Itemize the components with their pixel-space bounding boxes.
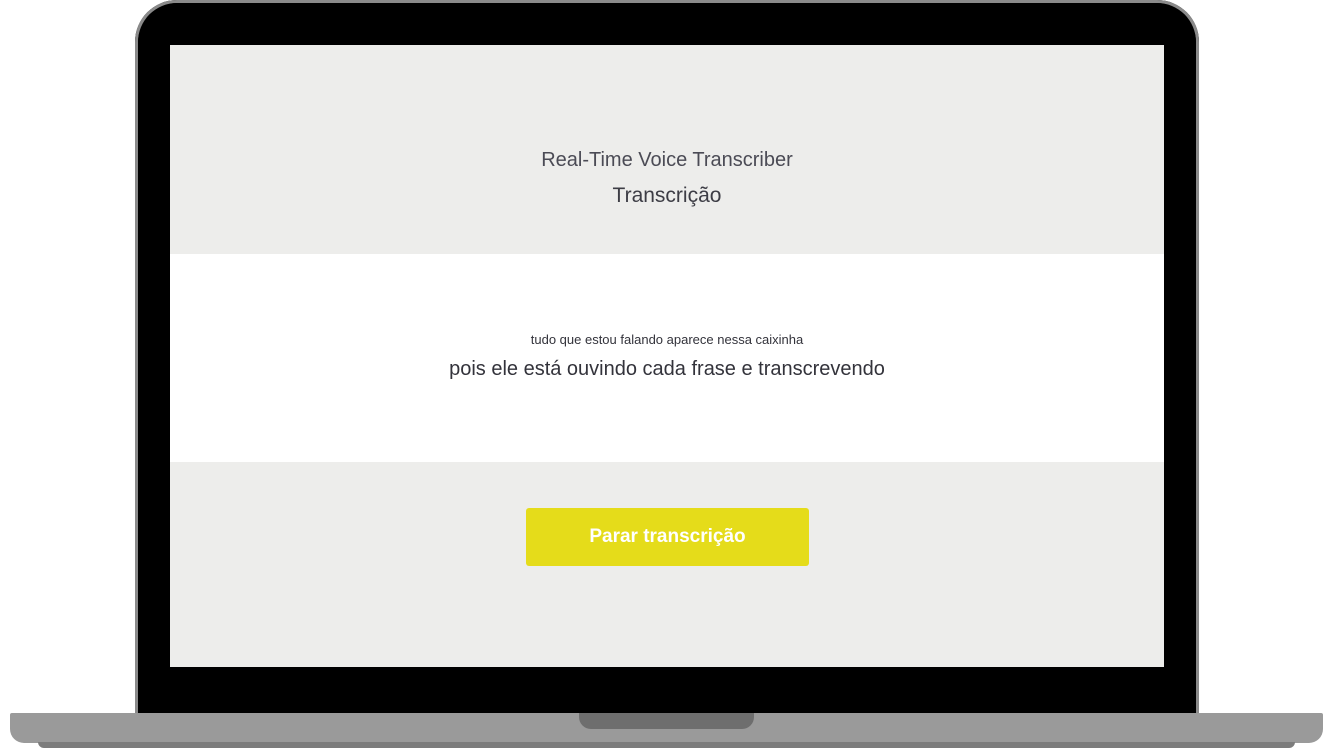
- transcript-line: pois ele está ouvindo cada frase e trans…: [449, 358, 885, 380]
- controls-section: Parar transcrição: [170, 462, 1164, 667]
- header-section: Real-Time Voice Transcriber Transcrição: [170, 45, 1164, 254]
- stop-transcription-button[interactable]: Parar transcrição: [526, 508, 809, 566]
- app-title: Real-Time Voice Transcriber: [541, 149, 793, 171]
- transcript-line: tudo que estou falando aparece nessa cai…: [530, 332, 804, 347]
- page-title: Transcrição: [612, 184, 722, 207]
- laptop-notch: [579, 713, 754, 729]
- laptop-base-lip: [38, 742, 1295, 748]
- laptop-mockup: Real-Time Voice Transcriber Transcrição …: [0, 0, 1333, 750]
- transcript-box: tudo que estou falando aparece nessa cai…: [170, 254, 1164, 462]
- app-screen: Real-Time Voice Transcriber Transcrição …: [170, 45, 1164, 667]
